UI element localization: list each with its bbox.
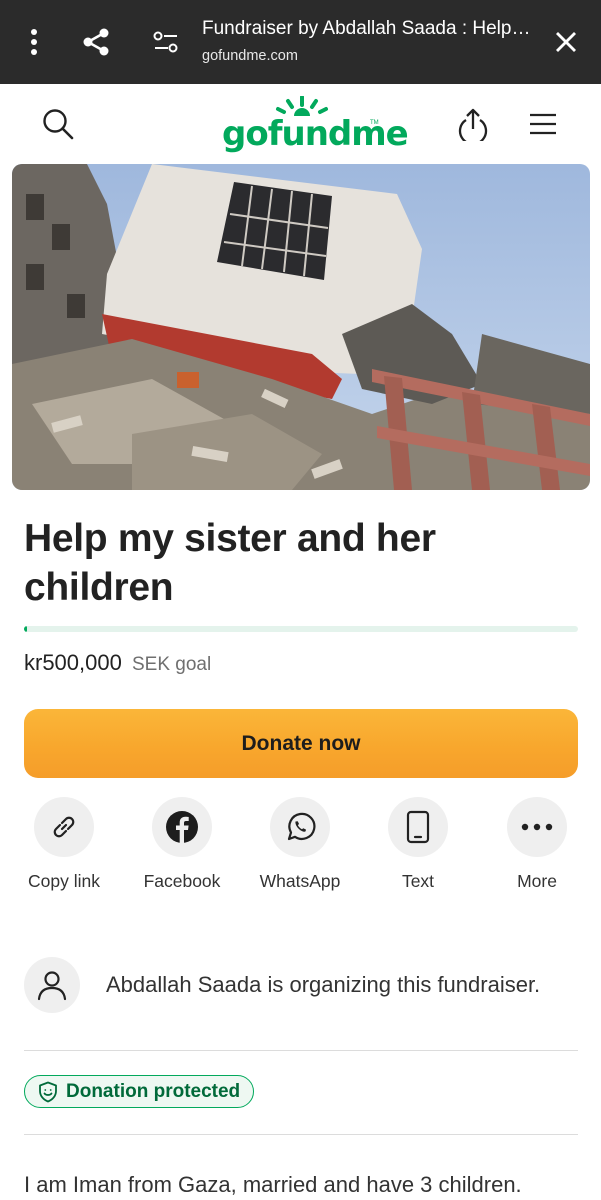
goal-info: kr500,000 SEK goal	[24, 650, 211, 676]
donate-now-button[interactable]: Donate now	[24, 709, 578, 778]
facebook-icon	[166, 811, 198, 843]
campaign-story: I am Iman from Gaza, married and have 3 …	[24, 1172, 522, 1197]
close-icon[interactable]	[546, 22, 586, 62]
more-horizontal-icon	[521, 823, 553, 831]
logo-trademark: TM	[370, 120, 379, 126]
phone-icon	[406, 810, 430, 844]
avatar[interactable]	[24, 957, 80, 1013]
share-text[interactable]: Text	[368, 797, 468, 892]
campaign-hero-image	[12, 164, 590, 490]
tab-title: Fundraiser by Abdallah Saada : Help my s…	[202, 18, 532, 39]
divider	[24, 1134, 578, 1135]
organizer-info: Abdallah Saada is organizing this fundra…	[24, 957, 578, 1017]
logo-wordmark: gofundme	[222, 114, 409, 154]
badge-label: Donation protected	[66, 1080, 241, 1102]
share-label: WhatsApp	[259, 871, 341, 891]
page-settings-icon[interactable]	[146, 22, 186, 62]
gofundme-logo[interactable]: gofundme TM	[222, 96, 409, 154]
more-vertical-icon[interactable]	[14, 22, 54, 62]
upload-share-icon[interactable]	[451, 102, 495, 146]
goal-amount: kr500,000	[24, 650, 122, 675]
share-icon[interactable]	[76, 22, 116, 62]
donation-progress-bar	[24, 626, 578, 632]
share-copy-link[interactable]: Copy link	[14, 797, 114, 892]
user-icon	[37, 971, 67, 1001]
share-facebook[interactable]: Facebook	[132, 797, 232, 892]
share-options: Copy link Facebook WhatsApp Text More	[0, 797, 601, 897]
share-whatsapp-circle	[270, 797, 330, 857]
search-icon[interactable]	[36, 102, 80, 146]
share-text-circle	[388, 797, 448, 857]
share-more-circle	[507, 797, 567, 857]
donation-protected-badge[interactable]: Donation protected	[24, 1075, 255, 1108]
campaign-title: Help my sister and her children	[24, 517, 436, 609]
share-label: Text	[401, 871, 435, 891]
link-icon	[53, 816, 75, 838]
share-label: More	[517, 871, 557, 891]
divider	[24, 1050, 578, 1051]
goal-label: SEK goal	[131, 654, 212, 675]
share-label: Copy link	[28, 871, 100, 891]
share-more[interactable]: More	[487, 797, 587, 892]
shield-icon	[37, 1081, 59, 1103]
whatsapp-icon	[287, 812, 316, 841]
share-whatsapp[interactable]: WhatsApp	[250, 797, 350, 892]
browser-toolbar: Fundraiser by Abdallah Saada : Help my s…	[0, 0, 601, 84]
share-copy-link-circle	[34, 797, 94, 857]
page-url: gofundme.com	[202, 48, 298, 64]
site-header: gofundme TM	[0, 84, 601, 164]
menu-icon[interactable]	[521, 102, 565, 146]
share-label: Facebook	[143, 871, 221, 891]
organizer-text: Abdallah Saada is organizing this fundra…	[106, 972, 541, 997]
share-facebook-circle	[152, 797, 212, 857]
progress-fill	[24, 626, 27, 632]
